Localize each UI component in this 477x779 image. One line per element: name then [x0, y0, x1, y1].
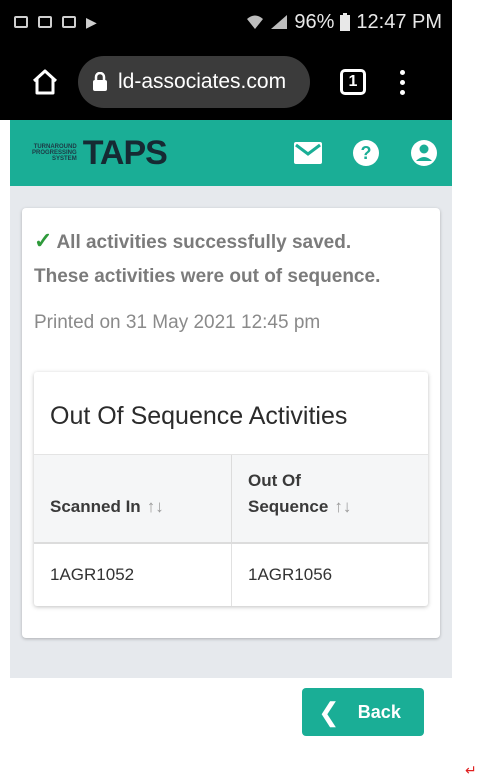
app-header: TURNAROUND PROGRESSING SYSTEM TAPS ? — [10, 120, 452, 186]
browser-toolbar: ld-associates.com 1 — [0, 44, 452, 120]
logo-subtext: TURNAROUND PROGRESSING SYSTEM — [32, 144, 77, 162]
wifi-icon — [247, 15, 264, 29]
table-row: 1AGR1052 1AGR1056 — [34, 544, 428, 606]
sequence-warning: These activities were out of sequence. — [34, 266, 381, 287]
status-message: ✓ All activities successfully saved. Thes… — [34, 224, 434, 294]
signal-icon — [271, 15, 288, 29]
account-icon[interactable] — [410, 139, 438, 167]
printed-timestamp: Printed on 31 May 2021 12:45 pm — [34, 312, 321, 333]
svg-text:?: ? — [361, 143, 372, 163]
table-header: Scanned In ↑↓ Out Of Sequence ↑↓ — [34, 454, 428, 544]
table-title: Out Of Sequence Activities — [50, 402, 348, 430]
main-content: ✓ All activities successfully saved. Thes… — [10, 186, 452, 678]
result-card: ✓ All activities successfully saved. Thes… — [22, 208, 440, 638]
url-text: ld-associates.com — [118, 70, 287, 93]
menu-dot — [400, 89, 405, 95]
lock-icon — [93, 72, 107, 91]
help-icon[interactable]: ? — [352, 139, 380, 167]
sort-icon[interactable]: ↑↓ — [147, 497, 164, 516]
notification-icons: ▶ — [14, 14, 97, 31]
out-of-sequence-table: Out Of Sequence Activities Scanned In ↑↓ … — [34, 372, 428, 606]
play-icon: ▶ — [86, 13, 97, 30]
status-bar: ▶ 96% 12:47 PM — [0, 0, 452, 44]
cell-scanned-in: 1AGR1052 — [34, 544, 232, 606]
taps-logo[interactable]: TURNAROUND PROGRESSING SYSTEM TAPS — [32, 133, 168, 173]
check-icon: ✓ — [34, 228, 53, 253]
column-header-out-of-sequence[interactable]: Out Of Sequence ↑↓ — [232, 455, 428, 542]
chevron-left-icon: ❮ — [318, 697, 340, 727]
battery-icon — [340, 13, 351, 31]
clock: 12:47 PM — [356, 10, 442, 33]
back-label: Back — [357, 701, 401, 722]
menu-dot — [400, 69, 405, 75]
url-bar[interactable]: ld-associates.com — [78, 56, 310, 108]
calendar-icon — [38, 16, 52, 28]
browser-menu-button[interactable] — [400, 69, 405, 95]
corner-mark-icon: ↵ — [465, 762, 477, 778]
column-header-scanned-in[interactable]: Scanned In ↑↓ — [34, 455, 232, 542]
battery-percent: 96% — [294, 10, 335, 33]
sort-icon[interactable]: ↑↓ — [334, 497, 351, 516]
mail-icon[interactable] — [294, 142, 322, 164]
voicemail-icon — [62, 16, 76, 28]
home-icon — [32, 69, 58, 95]
image-icon — [14, 16, 28, 28]
success-text: All activities successfully saved. — [56, 232, 352, 253]
tab-switcher-button[interactable]: 1 — [340, 69, 366, 95]
logo-text: TAPS — [82, 133, 168, 172]
menu-dot — [400, 79, 405, 85]
cell-out-of-sequence: 1AGR1056 — [248, 565, 333, 584]
back-button[interactable]: ❮ Back — [302, 688, 424, 736]
tab-count: 1 — [348, 73, 358, 90]
home-button[interactable] — [22, 59, 68, 105]
